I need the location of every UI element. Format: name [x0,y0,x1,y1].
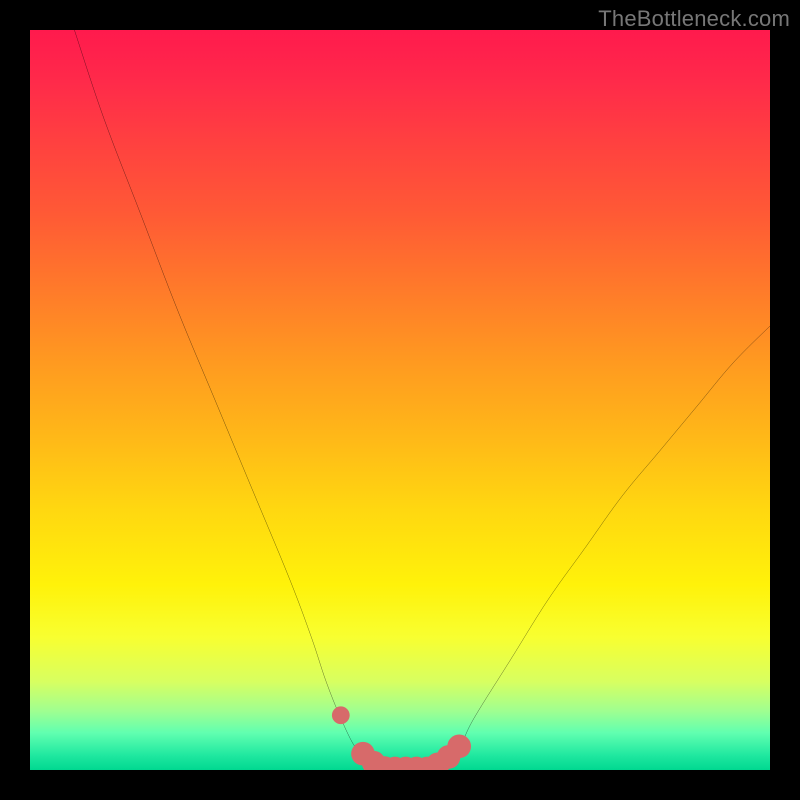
trough-marker-dot [447,734,471,758]
chart-svg [30,30,770,770]
trough-markers [332,706,471,770]
trough-marker-dot [332,706,350,724]
bottleneck-curve [74,30,770,770]
watermark-text: TheBottleneck.com [598,6,790,32]
chart-stage: TheBottleneck.com [0,0,800,800]
chart-plot-area [30,30,770,770]
